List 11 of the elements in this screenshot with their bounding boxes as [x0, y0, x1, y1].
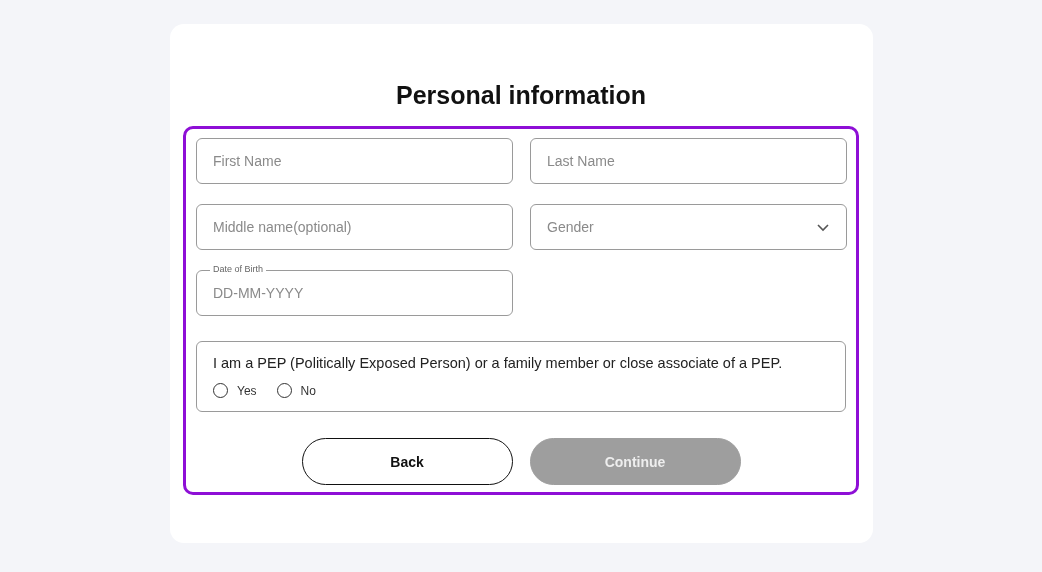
input-field[interactable]: Last Name — [530, 138, 847, 184]
gender-dropdown[interactable]: Gender — [530, 204, 847, 250]
question-text: I am a PEP (Politically Exposed Person) or a family member or close associate of a PEP. — [213, 355, 784, 371]
option-label: Yes — [237, 383, 257, 398]
input-field[interactable]: Middle name(optional) — [196, 204, 513, 250]
input-field[interactable]: First Name — [196, 138, 513, 184]
chevron-down-icon — [816, 222, 830, 232]
back-button[interactable]: Back — [301, 438, 513, 485]
option-label: No — [300, 383, 316, 398]
field-label: Date of Birth — [210, 263, 267, 275]
form-title: Personal information — [395, 80, 646, 110]
